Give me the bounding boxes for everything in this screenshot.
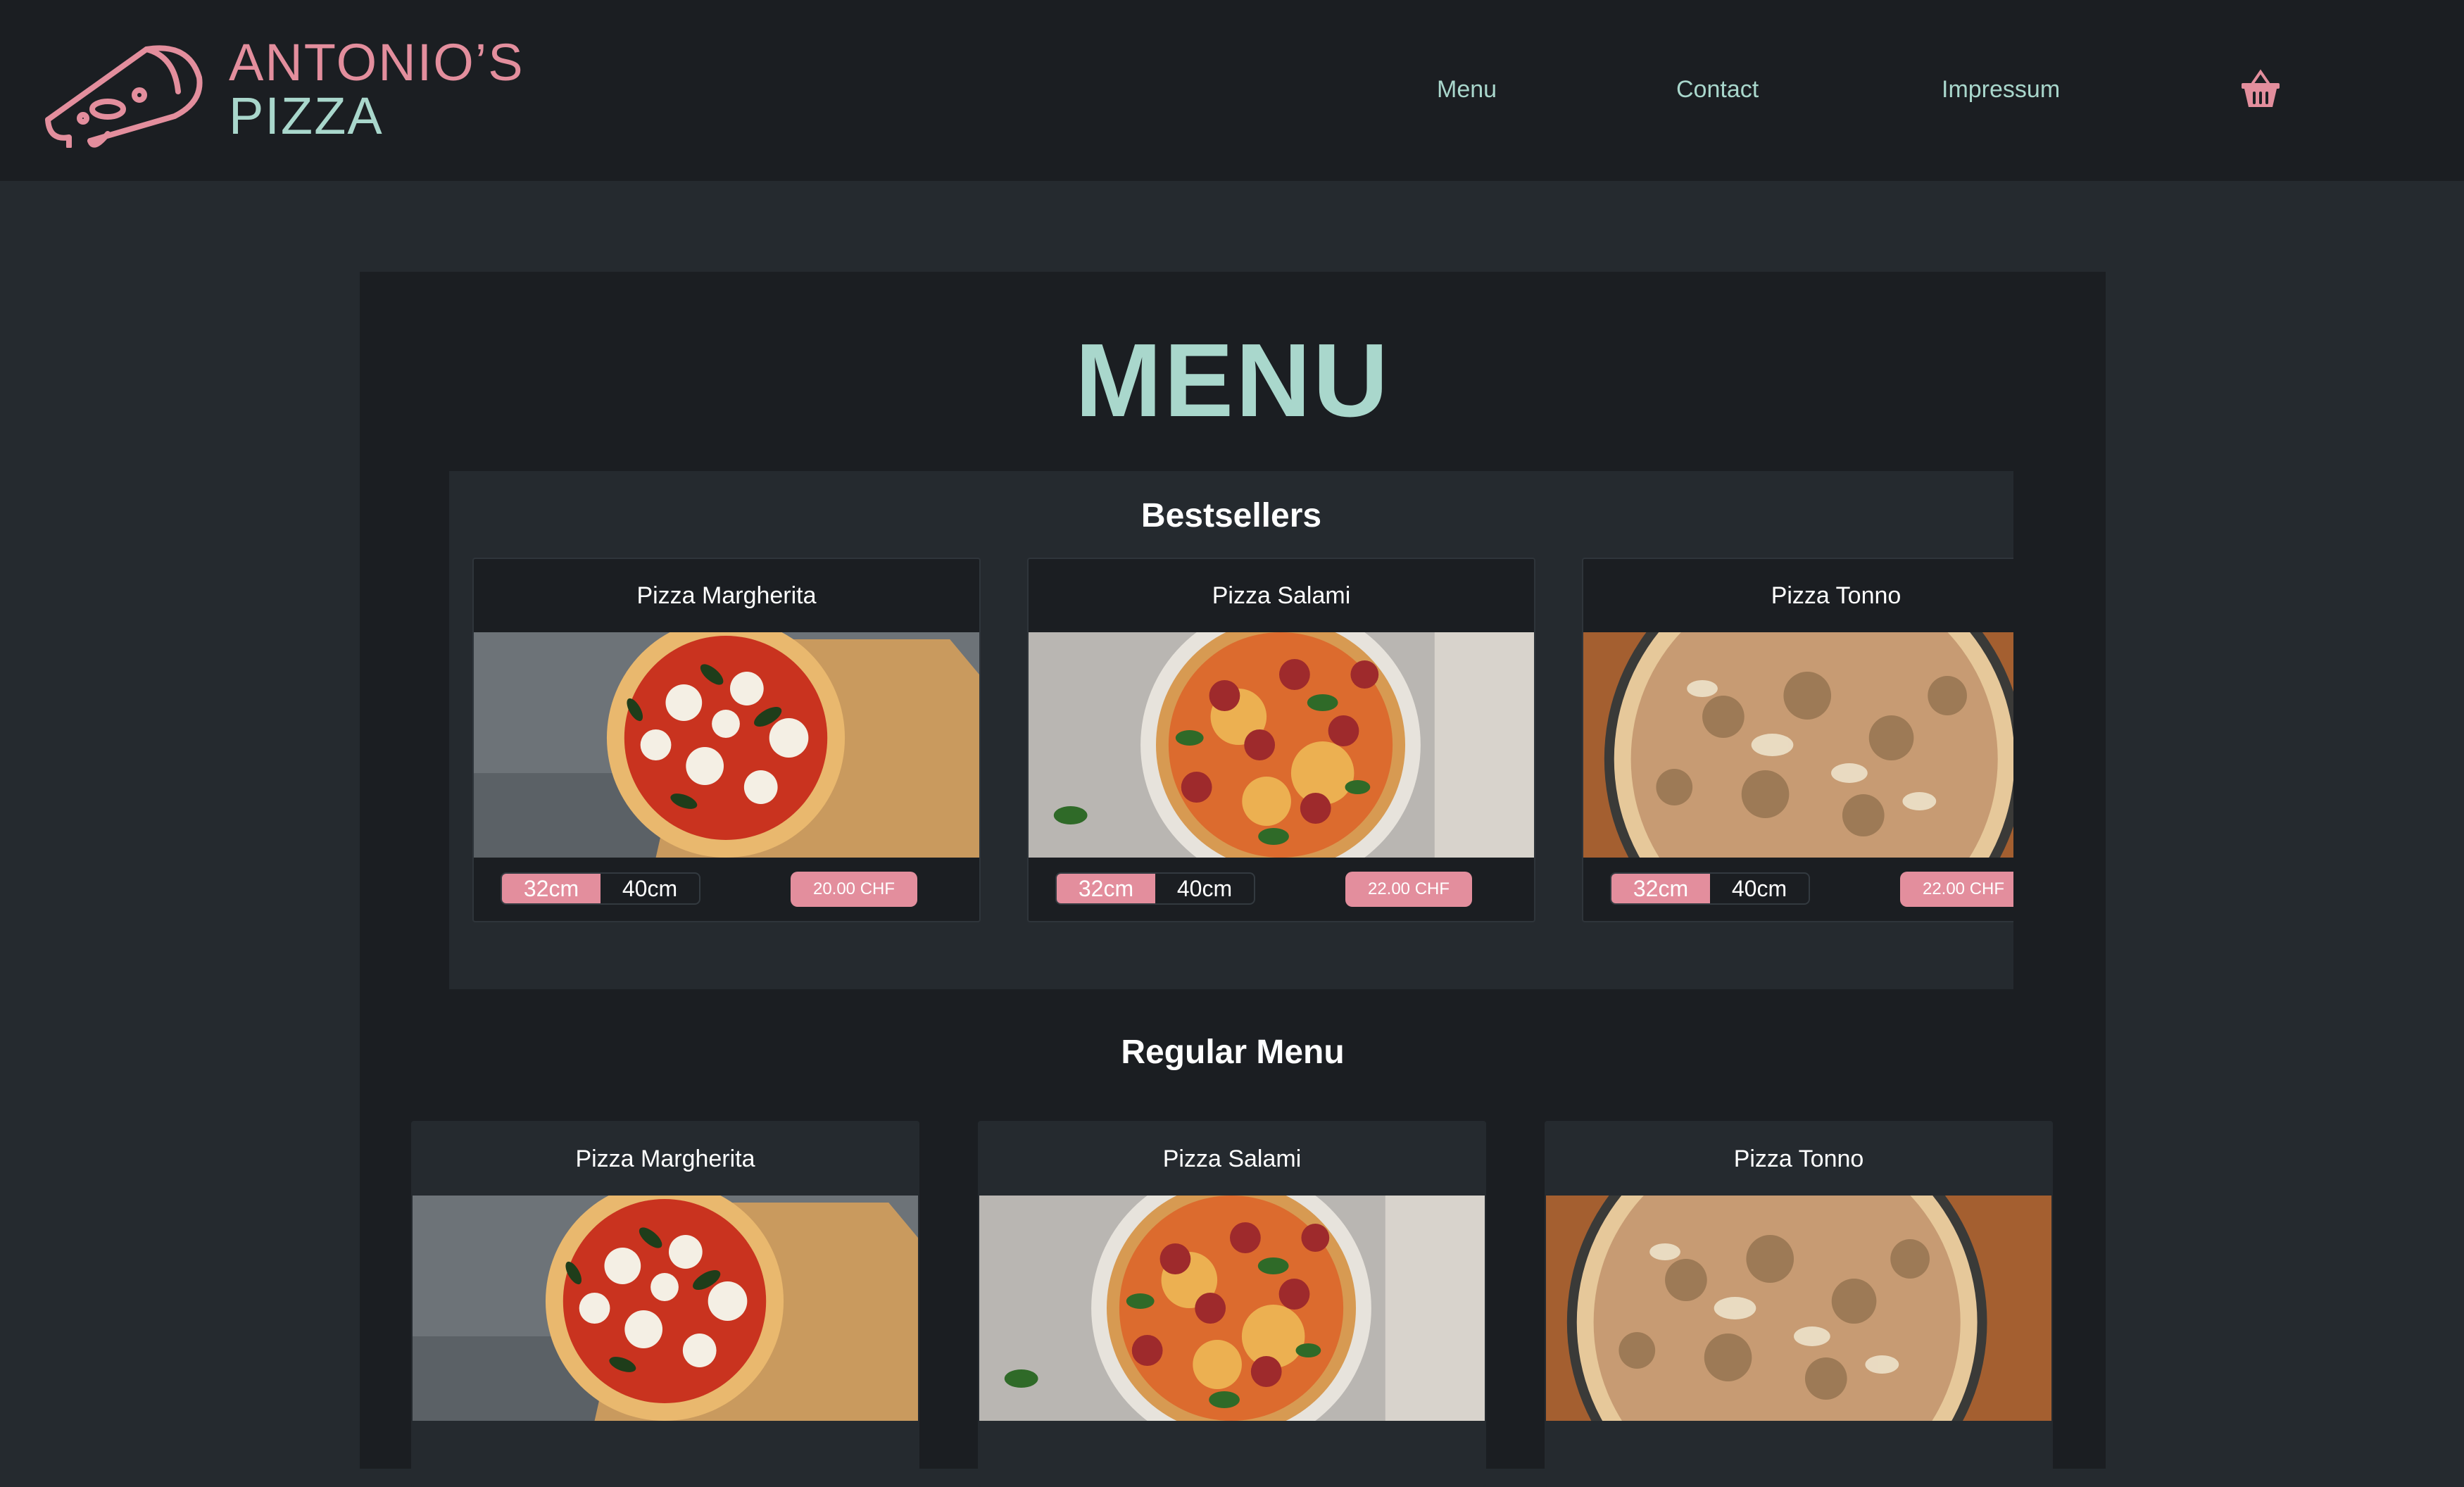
nav-link-contact[interactable]: Contact (1676, 76, 1759, 103)
size-toggle[interactable]: 32cm 40cm (1610, 872, 1810, 905)
basket-icon[interactable] (2239, 68, 2282, 111)
menu-panel: MENU Bestsellers Pizza Margherita 32cm 4… (360, 272, 2106, 1487)
card-title: Pizza Tonno (1771, 582, 1902, 609)
size-option-40cm[interactable]: 40cm (1155, 874, 1254, 903)
size-toggle[interactable]: 32cm 40cm (1055, 872, 1255, 905)
menu-card-salami[interactable]: Pizza Salami (978, 1121, 1486, 1487)
menu-card-tonno[interactable]: Pizza Tonno (1545, 1121, 2053, 1487)
pizza-tonno-image (1546, 1196, 2051, 1421)
bestsellers-heading: Bestsellers (1140, 497, 1322, 534)
page-title: MENU (1075, 322, 1390, 439)
pizza-slice-icon[interactable] (41, 35, 210, 149)
price-badge[interactable]: 20.00 CHF (791, 872, 917, 907)
card-title: Pizza Salami (1212, 582, 1351, 609)
size-option-32cm[interactable]: 32cm (502, 874, 601, 903)
size-toggle[interactable]: 32cm 40cm (501, 872, 700, 905)
size-option-32cm[interactable]: 32cm (1057, 874, 1155, 903)
card-title: Pizza Margherita (636, 582, 817, 609)
bestsellers-section: Bestsellers Pizza Margherita 32cm 40cm 2… (449, 471, 2013, 989)
card-title: Pizza Salami (1162, 1146, 1302, 1172)
site-header: ANTONIO’S PIZZA Menu Contact Impressum (0, 0, 2464, 181)
bestseller-card-salami[interactable]: Pizza Salami 32cm 40cm 22.00 CHF (1027, 558, 1535, 922)
nav-link-impressum[interactable]: Impressum (1942, 76, 2060, 103)
nav-link-menu[interactable]: Menu (1437, 76, 1497, 103)
size-option-40cm[interactable]: 40cm (1710, 874, 1809, 903)
brand-line-pizza: PIZZA (229, 87, 384, 145)
brand-line-antonios: ANTONIO’S (229, 33, 524, 92)
price-badge[interactable]: 22.00 CHF (1345, 872, 1472, 907)
card-title: Pizza Tonno (1733, 1146, 1864, 1172)
regular-menu-heading: Regular Menu (1121, 1034, 1345, 1071)
bestseller-card-margherita[interactable]: Pizza Margherita 32cm 40cm 20.00 CHF (472, 558, 981, 922)
price-badge[interactable]: 22.00 CHF (1900, 872, 2013, 907)
pizza-margherita-image (413, 1196, 918, 1421)
bestseller-card-tonno[interactable]: Pizza Tonno 32cm 40cm 22.00 CHF (1582, 558, 2013, 922)
pizza-margherita-image (474, 632, 979, 858)
size-option-40cm[interactable]: 40cm (601, 874, 699, 903)
card-title: Pizza Margherita (575, 1146, 755, 1172)
pizza-tonno-image (1583, 632, 2013, 858)
menu-card-margherita[interactable]: Pizza Margherita (411, 1121, 919, 1487)
size-option-32cm[interactable]: 32cm (1611, 874, 1710, 903)
brand-name[interactable]: ANTONIO’S PIZZA (229, 37, 524, 142)
pizza-salami-image (1029, 632, 1534, 858)
pizza-salami-image (979, 1196, 1485, 1421)
